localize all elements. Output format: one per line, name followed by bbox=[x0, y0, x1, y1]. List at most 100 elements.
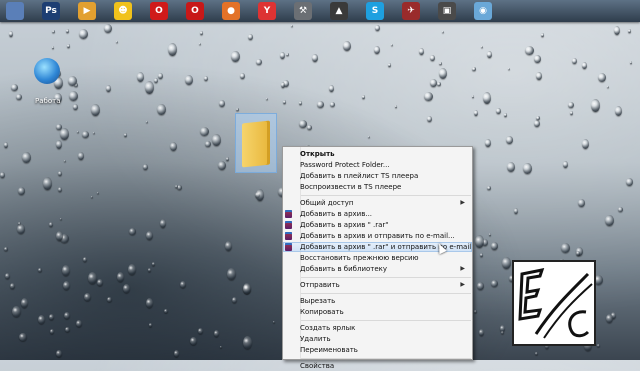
menu-item[interactable]: Добавить в плейлист TS плеера bbox=[283, 171, 472, 181]
menu-item-label: Password Protect Folder... bbox=[300, 161, 390, 169]
raindrop bbox=[200, 31, 203, 35]
raindrop bbox=[52, 46, 54, 49]
raindrop bbox=[180, 281, 186, 288]
raindrop bbox=[225, 241, 232, 251]
yandex-icon[interactable]: Y bbox=[258, 2, 276, 20]
menu-separator bbox=[301, 277, 471, 278]
context-menu: Открыть Password Protect Folder... Добавит… bbox=[282, 146, 473, 370]
menu-item[interactable]: Отправить ▶ bbox=[283, 280, 472, 290]
menu-item[interactable]: Копировать bbox=[283, 307, 472, 317]
raindrop bbox=[63, 281, 70, 290]
raindrop bbox=[536, 72, 542, 80]
raindrop bbox=[116, 41, 118, 43]
opera-icon[interactable]: O bbox=[150, 2, 168, 20]
media-player-icon[interactable]: ▶ bbox=[78, 2, 96, 20]
raindrop bbox=[427, 116, 432, 122]
menu-item[interactable]: Добавить в библиотеку ▶ bbox=[283, 264, 472, 274]
raindrop bbox=[507, 162, 515, 172]
menu-item[interactable]: Добавить в архив " .rar" bbox=[283, 220, 472, 230]
menu-item-label: Копировать bbox=[300, 308, 344, 316]
raindrop bbox=[483, 92, 491, 104]
raindrop bbox=[424, 92, 433, 101]
menu-separator bbox=[301, 358, 471, 359]
raindrop bbox=[185, 75, 193, 85]
raindrop bbox=[68, 76, 77, 86]
menu-item-label: Воспроизвести в TS плеере bbox=[300, 183, 402, 191]
raindrop bbox=[91, 196, 93, 198]
raindrop bbox=[174, 350, 179, 357]
raindrop bbox=[199, 43, 201, 45]
disk-app-icon[interactable]: ◉ bbox=[474, 2, 492, 20]
raindrop bbox=[330, 102, 335, 107]
raindrop bbox=[190, 337, 197, 345]
selected-folder[interactable] bbox=[235, 113, 277, 173]
raindrop bbox=[487, 186, 491, 190]
raindrop bbox=[66, 29, 69, 33]
winrar-icon bbox=[285, 221, 292, 229]
raindrop bbox=[49, 314, 54, 320]
raindrop bbox=[474, 310, 477, 313]
network-globe-icon[interactable] bbox=[34, 58, 60, 84]
skype-icon[interactable]: S bbox=[366, 2, 384, 20]
raindrop bbox=[56, 231, 63, 241]
menu-item[interactable]: Создать ярлык bbox=[283, 323, 472, 333]
raindrop bbox=[273, 321, 275, 323]
raindrop bbox=[164, 309, 168, 313]
raindrop bbox=[474, 110, 478, 116]
menu-separator bbox=[301, 320, 471, 321]
raindrop bbox=[614, 26, 620, 35]
raindrop bbox=[485, 139, 491, 147]
raindrop bbox=[60, 218, 62, 220]
menu-item[interactable]: Открыть bbox=[283, 149, 472, 159]
raindrop bbox=[535, 352, 538, 355]
tanks-app-icon[interactable]: ▣ bbox=[438, 2, 456, 20]
wargame-app-icon[interactable]: ✈ bbox=[402, 2, 420, 20]
raindrop bbox=[317, 101, 324, 108]
menu-item[interactable]: Добавить в архив... bbox=[283, 209, 472, 219]
raindrop bbox=[200, 127, 209, 136]
menu-item[interactable]: Общий доступ ▶ bbox=[283, 198, 472, 208]
raindrop bbox=[479, 329, 484, 336]
menu-item[interactable]: Добавить в архив и отправить по e-mail..… bbox=[283, 231, 472, 241]
raindrop bbox=[572, 58, 577, 64]
raindrop bbox=[60, 128, 69, 140]
raindrop bbox=[76, 320, 82, 327]
tool-app-icon[interactable]: ⚒ bbox=[294, 2, 312, 20]
raindrop bbox=[67, 44, 70, 48]
raindrop bbox=[49, 222, 53, 227]
raindrop bbox=[124, 133, 127, 137]
raindrop bbox=[22, 152, 31, 163]
raindrop bbox=[232, 297, 237, 303]
raindrop bbox=[226, 157, 229, 161]
smiley-app-icon[interactable]: ☻ bbox=[114, 2, 132, 20]
submenu-arrow-icon: ▶ bbox=[460, 281, 465, 288]
firefox-icon[interactable]: ● bbox=[222, 2, 240, 20]
menu-item[interactable]: Переименовать bbox=[283, 345, 472, 355]
windows-icon[interactable] bbox=[6, 2, 24, 20]
raindrop bbox=[606, 314, 613, 323]
raindrop bbox=[17, 224, 25, 234]
menu-item[interactable]: Вырезать bbox=[283, 296, 472, 306]
raindrop bbox=[561, 243, 570, 253]
raindrop bbox=[4, 247, 8, 251]
raindrop bbox=[240, 73, 245, 79]
raindrop bbox=[149, 323, 152, 327]
menu-item-label: Добавить в архив и отправить по e-mail..… bbox=[300, 232, 455, 240]
raindrop bbox=[388, 63, 391, 67]
raindrop bbox=[5, 273, 10, 279]
menu-item[interactable]: Свойства bbox=[283, 361, 472, 371]
channel-logo bbox=[512, 260, 596, 346]
triangle-app-icon[interactable]: ▲ bbox=[330, 2, 348, 20]
menu-item-label: Добавить в плейлист TS плеера bbox=[300, 172, 419, 180]
raindrop bbox=[266, 98, 268, 100]
menu-item[interactable]: Воспроизвести в TS плеере bbox=[283, 182, 472, 192]
opera-alt-icon[interactable]: O bbox=[186, 2, 204, 20]
menu-item[interactable]: Восстановить прежнюю версию bbox=[283, 253, 472, 263]
raindrop bbox=[368, 136, 370, 138]
raindrop bbox=[374, 46, 380, 54]
raindrop bbox=[256, 189, 264, 201]
menu-item[interactable]: Password Protect Folder... bbox=[283, 160, 472, 170]
photoshop-icon[interactable]: Ps bbox=[42, 2, 60, 20]
raindrop bbox=[62, 265, 70, 276]
menu-item[interactable]: Удалить bbox=[283, 334, 472, 344]
